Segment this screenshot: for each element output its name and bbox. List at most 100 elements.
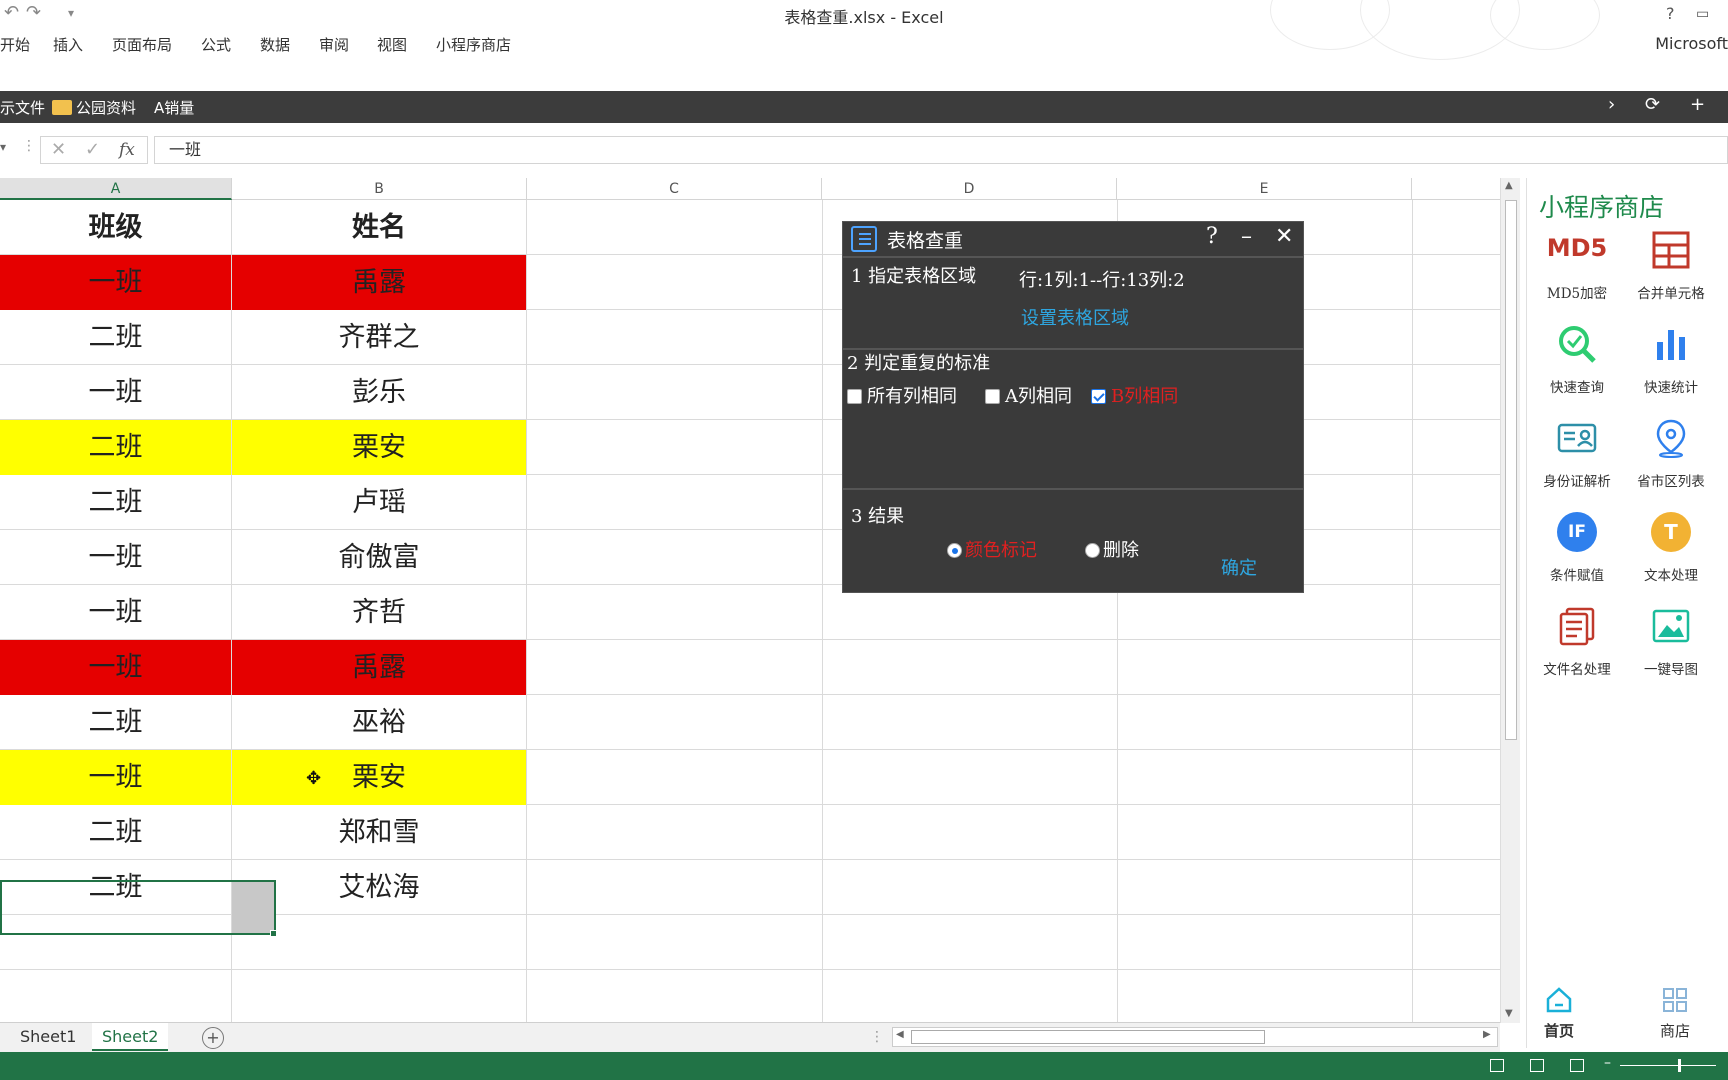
tool-id-card-parse[interactable]: 身份证解析 (1529, 418, 1625, 508)
tool-one-click-image-export[interactable]: 一键导图 (1623, 606, 1719, 696)
refresh-icon[interactable]: ⟳ (1645, 94, 1660, 115)
cell-name[interactable]: 禹露 (232, 255, 527, 310)
tool-province-city-list[interactable]: 省市区列表 (1623, 418, 1719, 508)
scroll-right-icon[interactable]: ▶ (1483, 1029, 1491, 1040)
name-box-dropdown-icon[interactable]: ▾ (0, 140, 6, 154)
account-name[interactable]: Microsoft (1655, 34, 1728, 53)
vertical-scroll-thumb[interactable] (1505, 200, 1517, 740)
panel-nav-home[interactable]: 首页 (1529, 984, 1589, 1044)
tab-formulas[interactable]: 公式 (201, 34, 231, 55)
column-header-c[interactable]: C (527, 178, 822, 200)
page-break-view-icon[interactable] (1570, 1059, 1584, 1072)
tool-file-name-processing[interactable]: 文件名处理 (1529, 606, 1625, 696)
tab-mini-program-store[interactable]: 小程序商店 (436, 34, 511, 55)
fill-handle[interactable] (270, 930, 277, 937)
empty-cell[interactable] (232, 915, 527, 970)
chevron-right-icon[interactable]: › (1608, 94, 1615, 115)
cell-name[interactable]: 俞傲富 (232, 530, 527, 585)
tool-md5[interactable]: MD5 MD5加密 (1529, 230, 1625, 320)
scroll-up-icon[interactable]: ▲ (1505, 180, 1513, 191)
radio-selected[interactable] (947, 543, 962, 558)
zoom-out-icon[interactable]: – (1604, 1055, 1611, 1071)
radio[interactable] (1085, 543, 1100, 558)
quick-analysis-marker[interactable] (232, 882, 274, 933)
tab-view[interactable]: 视图 (377, 34, 407, 55)
result-color-mark[interactable]: 颜色标记 (947, 536, 1037, 562)
sheet-tab-1[interactable]: Sheet1 (10, 1023, 86, 1051)
tab-insert[interactable]: 插入 (53, 34, 83, 55)
vertical-scrollbar[interactable]: ▲ ▼ (1500, 178, 1520, 1023)
cell-name[interactable]: 齐哲 (232, 585, 527, 640)
sheet-tab-2[interactable]: Sheet2 (92, 1023, 169, 1051)
add-sheet-button[interactable]: + (202, 1027, 224, 1049)
cell-class[interactable]: 一班 (0, 585, 232, 640)
empty-cell[interactable] (0, 970, 232, 1022)
column-header-b[interactable]: B (232, 178, 527, 200)
header-cell-name[interactable]: 姓名 (232, 200, 527, 255)
checkbox[interactable] (847, 389, 862, 404)
formula-input[interactable]: 一班 (154, 136, 1728, 164)
split-handle-icon[interactable]: ⋮ (870, 1029, 884, 1045)
cell-class[interactable]: 一班 (0, 365, 232, 420)
zoom-slider-thumb[interactable] (1678, 1059, 1681, 1072)
cell-name[interactable]: 齐群之 (232, 310, 527, 365)
criteria-column-b[interactable]: B列相同 (1091, 382, 1178, 408)
horizontal-scrollbar[interactable]: ◀ ▶ (892, 1027, 1498, 1047)
result-delete[interactable]: 删除 (1085, 536, 1139, 562)
empty-cell[interactable] (232, 970, 527, 1022)
tab-page-layout[interactable]: 页面布局 (112, 34, 172, 55)
cell-name[interactable]: 卢瑶 (232, 475, 527, 530)
scroll-left-icon[interactable]: ◀ (896, 1029, 904, 1040)
column-header-e[interactable]: E (1117, 178, 1412, 200)
cancel-icon[interactable]: ✕ (51, 139, 66, 160)
cell-name[interactable]: 栗安 (232, 750, 527, 805)
tool-quick-search[interactable]: 快速查询 (1529, 324, 1625, 414)
cell-class[interactable]: 一班 (0, 750, 232, 805)
cell-name[interactable]: 禹露 (232, 640, 527, 695)
cell-name[interactable]: 艾松海 (232, 860, 527, 915)
column-header-d[interactable]: D (822, 178, 1117, 200)
cell-class[interactable]: 二班 (0, 310, 232, 365)
add-icon[interactable]: + (1690, 94, 1705, 115)
help-button[interactable]: ? (1666, 4, 1675, 23)
tool-quick-stats[interactable]: 快速统计 (1623, 324, 1719, 414)
cell-class[interactable]: 一班 (0, 530, 232, 585)
dialog-close-button[interactable]: ✕ (1275, 224, 1293, 249)
tool-merge-cells[interactable]: 合并单元格 (1623, 230, 1719, 320)
cell-name[interactable]: 彭乐 (232, 365, 527, 420)
cell-name[interactable]: 巫裕 (232, 695, 527, 750)
insert-function-icon[interactable]: fx (119, 140, 135, 160)
bookmark-item[interactable]: A销量 (154, 97, 194, 118)
cell-class[interactable]: 二班 (0, 805, 232, 860)
checkbox-checked[interactable] (1091, 389, 1106, 404)
bookmark-folder[interactable]: 公园资料 (52, 97, 136, 118)
tab-review[interactable]: 审阅 (319, 34, 349, 55)
checkbox[interactable] (985, 389, 1000, 404)
criteria-column-a[interactable]: A列相同 (985, 382, 1072, 408)
cell-name[interactable]: 栗安 (232, 420, 527, 475)
bookmark-item[interactable]: 示文件 (0, 97, 45, 118)
cell-name[interactable]: 郑和雪 (232, 805, 527, 860)
dialog-help-button[interactable]: ? (1206, 224, 1218, 249)
scroll-down-icon[interactable]: ▼ (1505, 1008, 1513, 1019)
cell-class[interactable]: 一班 (0, 255, 232, 310)
column-header-a[interactable]: A (0, 178, 232, 200)
tab-data[interactable]: 数据 (260, 34, 290, 55)
cell-class[interactable]: 一班 (0, 640, 232, 695)
drag-handle-icon[interactable]: ⋮ (22, 138, 36, 154)
tool-text-processing[interactable]: T 文本处理 (1623, 512, 1719, 602)
tab-home[interactable]: 开始 (0, 34, 30, 55)
horizontal-scroll-thumb[interactable] (911, 1030, 1265, 1044)
confirm-button[interactable]: 确定 (1221, 554, 1257, 580)
normal-view-icon[interactable] (1490, 1059, 1504, 1072)
header-cell-class[interactable]: 班级 (0, 200, 232, 255)
criteria-all-columns[interactable]: 所有列相同 (847, 382, 957, 408)
cell-class[interactable]: 二班 (0, 695, 232, 750)
tool-conditional-assign[interactable]: IF 条件赋值 (1529, 512, 1625, 602)
set-range-link[interactable]: 设置表格区域 (1021, 304, 1129, 330)
cell-class[interactable]: 二班 (0, 475, 232, 530)
page-layout-view-icon[interactable] (1530, 1059, 1544, 1072)
zoom-slider[interactable] (1620, 1065, 1716, 1066)
ribbon-display-options-icon[interactable]: ▭ (1696, 6, 1709, 22)
enter-check-icon[interactable]: ✓ (85, 139, 100, 160)
